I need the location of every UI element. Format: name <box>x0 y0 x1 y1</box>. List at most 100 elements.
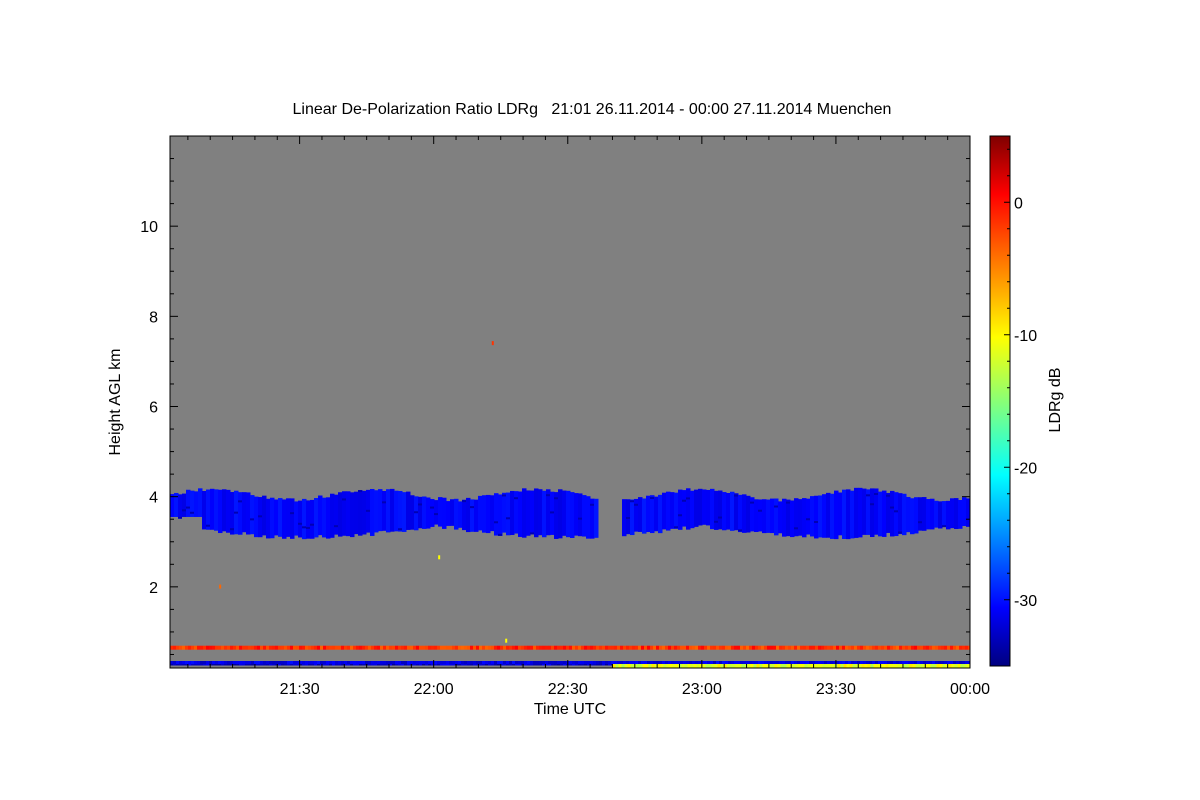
band-cell <box>272 645 276 650</box>
surface-cell <box>200 661 204 664</box>
surface-cell <box>626 661 630 664</box>
cloud-texture <box>678 514 682 517</box>
speckle <box>438 555 441 560</box>
surface-cell <box>428 661 432 664</box>
cloud-cell <box>510 490 515 536</box>
cloud-cell <box>566 490 571 538</box>
surface-cell <box>686 661 690 664</box>
surface-cell <box>512 661 516 664</box>
band-cell <box>678 663 682 668</box>
surface-cell <box>779 661 783 664</box>
ldr-chart: Linear De-Polarization Ratio LDRg 21:01 … <box>107 101 1064 718</box>
surface-cell <box>269 661 273 664</box>
surface-cell <box>515 661 519 664</box>
colorbar: 0 -10 -20 -30 LDRg dB <box>989 135 1064 667</box>
surface-cell <box>764 661 768 664</box>
cloud-texture <box>306 526 310 529</box>
band-cell <box>683 645 687 650</box>
band-cell <box>884 645 888 650</box>
band-cell <box>626 645 630 650</box>
band-cell <box>930 663 934 668</box>
surface-cell <box>848 661 852 664</box>
cloud-cell <box>746 495 751 533</box>
band-cell <box>956 645 960 650</box>
band-cell <box>848 645 852 650</box>
surface-cell <box>683 661 687 664</box>
cloud-cell <box>410 495 415 530</box>
surface-cell <box>392 661 396 664</box>
cloud-cell <box>702 489 707 525</box>
surface-cell <box>419 661 423 664</box>
cloud-cell <box>850 490 855 539</box>
surface-cell <box>959 661 963 664</box>
cloud-cell <box>214 489 219 531</box>
band-cell <box>515 645 519 650</box>
cloud-cell <box>742 494 747 533</box>
cloud-texture <box>806 518 810 521</box>
band-cell <box>828 663 832 668</box>
surface-cell <box>482 661 486 664</box>
band-cell <box>918 663 922 668</box>
band-cell <box>666 663 670 668</box>
band-cell <box>278 645 282 650</box>
x-tick-label: 21:30 <box>280 681 320 698</box>
surface-cell <box>632 661 636 664</box>
surface-cell <box>605 661 609 664</box>
band-cell <box>566 645 570 650</box>
band-cell <box>803 645 807 650</box>
band-cell <box>908 645 912 650</box>
band-cell <box>629 645 633 650</box>
y-axis-label: Height AGL km <box>107 348 124 455</box>
band-cell <box>818 645 822 650</box>
band-cell <box>732 663 736 668</box>
surface-cell <box>851 661 855 664</box>
cloud-texture <box>786 501 790 504</box>
band-cell <box>939 663 943 668</box>
surface-cell <box>617 661 621 664</box>
surface-cell <box>245 661 249 664</box>
cloud-cell <box>694 489 699 527</box>
surface-cell <box>788 661 792 664</box>
band-cell <box>938 645 942 650</box>
band-cell <box>747 663 751 668</box>
band-cell <box>858 663 862 668</box>
cloud-cell <box>890 490 895 537</box>
band-cell <box>819 663 823 668</box>
band-cell <box>822 663 826 668</box>
surface-cell <box>407 661 411 664</box>
surface-cell <box>827 661 831 664</box>
cloud-cell <box>642 498 647 534</box>
surface-cell <box>386 661 390 664</box>
cloud-texture <box>546 494 550 497</box>
surface-cell <box>401 661 405 664</box>
band-cell <box>641 645 645 650</box>
cloud-texture <box>250 518 254 521</box>
band-cell <box>893 645 897 650</box>
cloud-cell <box>526 490 531 536</box>
cloud-cell <box>230 491 235 535</box>
band-cell <box>314 645 318 650</box>
band-cell <box>657 663 661 668</box>
cloud-cell <box>674 492 679 529</box>
band-cell <box>731 645 735 650</box>
cloud-cell <box>714 490 719 530</box>
surface-cell <box>533 661 537 664</box>
band-cell <box>452 645 456 650</box>
band-cell <box>846 663 850 668</box>
band-cell <box>605 645 609 650</box>
cloud-cell <box>582 495 587 537</box>
surface-cell <box>173 661 177 664</box>
surface-cell <box>224 661 228 664</box>
surface-cell <box>908 661 912 664</box>
band-cell <box>873 663 877 668</box>
cloud-texture <box>506 517 510 520</box>
surface-cell <box>215 661 219 664</box>
band-cell <box>867 663 871 668</box>
x-tick-label: 23:00 <box>682 681 722 698</box>
cloud-cell <box>322 497 327 538</box>
surface-cell <box>728 661 732 664</box>
cloud-cell <box>706 489 711 526</box>
cloud-cell <box>206 489 211 530</box>
band-cell <box>545 645 549 650</box>
cloud-cell <box>910 498 915 535</box>
